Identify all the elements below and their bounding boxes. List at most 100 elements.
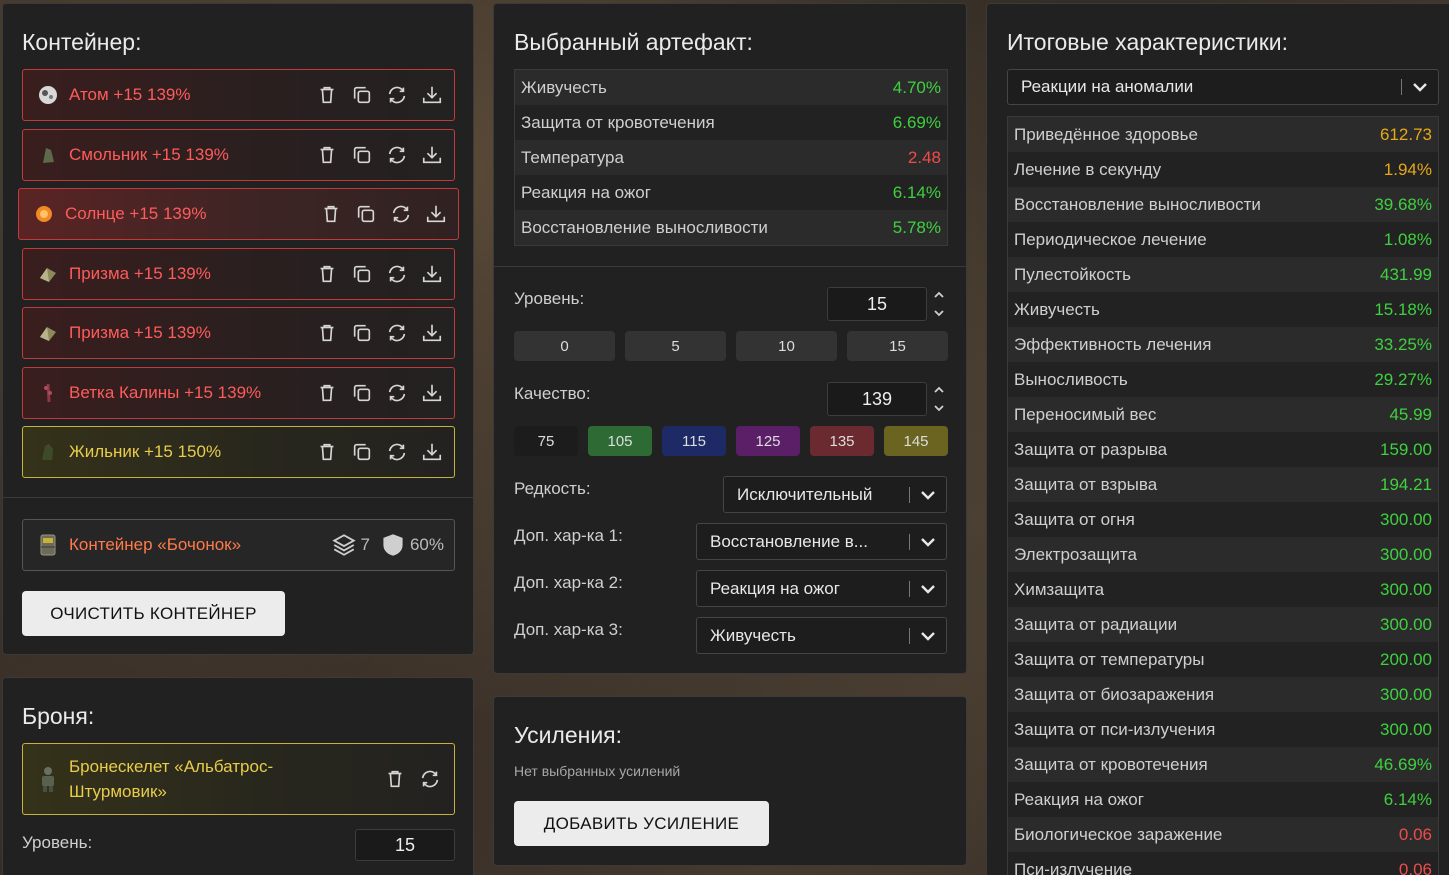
extra3-select[interactable]: Живучесть <box>696 617 947 654</box>
trash-icon[interactable] <box>383 767 407 791</box>
download-icon[interactable] <box>420 381 444 405</box>
atom-artifact-icon <box>36 83 60 107</box>
swap-icon[interactable] <box>385 83 409 107</box>
stat-name: Температура <box>521 147 624 167</box>
stat-value: 45.99 <box>1389 404 1432 424</box>
trash-icon[interactable] <box>315 381 339 405</box>
level-spinner-icon[interactable] <box>932 289 946 319</box>
copy-icon[interactable] <box>350 83 374 107</box>
stat-name: Защита от пси-излучения <box>1014 719 1216 739</box>
extra2-select-value: Реакция на ожог <box>710 578 840 598</box>
copy-icon[interactable] <box>354 202 378 226</box>
extra1-select[interactable]: Восстановление в... <box>696 523 947 560</box>
swap-icon[interactable] <box>385 143 409 167</box>
chevron-down-icon <box>910 536 946 548</box>
stat-row: Защита от кровотечения 6.69% <box>515 105 947 140</box>
stat-value: 33.25% <box>1374 334 1432 354</box>
container-item[interactable]: Призма +15 139% <box>22 307 455 359</box>
download-icon[interactable] <box>420 440 444 464</box>
swap-icon[interactable] <box>385 440 409 464</box>
artifact-title: Выбранный артефакт: <box>514 29 753 55</box>
quality-preset-button[interactable]: 105 <box>588 426 652 456</box>
container-item-label: Жильник +15 150% <box>69 442 222 461</box>
totals-filter-select[interactable]: Реакции на аномалии <box>1007 69 1439 105</box>
level-preset-button[interactable]: 5 <box>625 331 726 361</box>
stat-value: 1.08% <box>1383 229 1432 249</box>
trash-icon[interactable] <box>315 262 339 286</box>
barrel-slots: 7 <box>331 532 370 558</box>
container-item-label: Солнце +15 139% <box>65 204 207 223</box>
extra3-select-value: Живучесть <box>710 625 796 645</box>
copy-icon[interactable] <box>350 262 374 286</box>
copy-icon[interactable] <box>350 321 374 345</box>
download-icon[interactable] <box>420 321 444 345</box>
quality-preset-button[interactable]: 135 <box>810 426 874 456</box>
container-item[interactable]: Атом +15 139% <box>22 69 455 121</box>
stat-value: 200.00 <box>1380 649 1432 669</box>
swap-icon[interactable] <box>385 321 409 345</box>
quality-spinner-icon[interactable] <box>932 384 946 414</box>
stat-row: Пси-излучение 0.06 <box>1008 852 1438 875</box>
armor-panel: Броня: Бронескелет «Альбатрос-Штурмовик»… <box>2 677 474 875</box>
trash-icon[interactable] <box>319 202 343 226</box>
container-item[interactable]: Жильник +15 150% <box>22 426 455 478</box>
level-preset-button[interactable]: 0 <box>514 331 615 361</box>
add-enhancement-button[interactable]: ДОБАВИТЬ УСИЛЕНИЕ <box>514 801 769 846</box>
clear-container-button[interactable]: ОЧИСТИТЬ КОНТЕЙНЕР <box>22 591 285 636</box>
download-icon[interactable] <box>420 83 444 107</box>
stat-value: 300.00 <box>1380 684 1432 704</box>
swap-icon[interactable] <box>418 767 442 791</box>
enhancements-panel: Усиления: Нет выбранных усилений ДОБАВИТ… <box>493 696 967 866</box>
container-item[interactable]: Солнце +15 139% <box>18 188 459 240</box>
download-icon[interactable] <box>420 143 444 167</box>
copy-icon[interactable] <box>350 143 374 167</box>
swap-icon[interactable] <box>389 202 413 226</box>
trash-icon[interactable] <box>315 321 339 345</box>
level-preset-button[interactable]: 10 <box>736 331 837 361</box>
stat-name: Защита от биозаражения <box>1014 684 1215 704</box>
download-icon[interactable] <box>420 262 444 286</box>
container-title: Контейнер: <box>22 29 142 55</box>
stat-value: 39.68% <box>1374 194 1432 214</box>
divider <box>3 497 473 498</box>
stat-name: Химзащита <box>1014 579 1105 599</box>
stat-name: Защита от разрыва <box>1014 439 1168 459</box>
extra2-select[interactable]: Реакция на ожог <box>696 570 947 607</box>
armor-item-label: Бронескелет «Альбатрос-Штурмовик» <box>69 757 274 801</box>
shield-icon <box>383 534 403 556</box>
quality-preset-button[interactable]: 125 <box>736 426 800 456</box>
stat-row: Эффективность лечения 33.25% <box>1008 327 1438 362</box>
armor-item[interactable]: Бронескелет «Альбатрос-Штурмовик» <box>22 743 455 815</box>
armor-level-input[interactable]: 15 <box>355 829 455 861</box>
quality-preset-button[interactable]: 145 <box>884 426 948 456</box>
artifact-level-input[interactable]: 15 <box>827 287 927 321</box>
extra1-select-value: Восстановление в... <box>710 531 868 551</box>
container-item[interactable]: Ветка Калины +15 139% <box>22 366 455 419</box>
artifact-stats-table: Живучесть 4.70% Защита от кровотечения 6.… <box>514 69 948 246</box>
stat-row: Реакция на ожог 6.14% <box>515 175 947 210</box>
stat-value: 159.00 <box>1380 439 1432 459</box>
download-icon[interactable] <box>424 202 448 226</box>
extra3-label: Доп. хар-ка 3: <box>514 620 623 639</box>
level-preset-button[interactable]: 15 <box>847 331 948 361</box>
container-item[interactable]: Призма +15 139% <box>22 247 455 300</box>
copy-icon[interactable] <box>350 381 374 405</box>
stat-row: Защита от радиации 300.00 <box>1008 607 1438 642</box>
artifact-quality-input[interactable]: 139 <box>827 382 927 416</box>
swap-icon[interactable] <box>385 262 409 286</box>
trash-icon[interactable] <box>315 83 339 107</box>
trash-icon[interactable] <box>315 143 339 167</box>
quality-preset-button[interactable]: 115 <box>662 426 726 456</box>
stat-row: Биологическое заражение 0.06 <box>1008 817 1438 852</box>
swap-icon[interactable] <box>385 381 409 405</box>
stat-value: 6.69% <box>892 112 941 132</box>
quality-preset-button[interactable]: 75 <box>514 426 578 456</box>
trash-icon[interactable] <box>315 440 339 464</box>
container-barrel-item[interactable]: Контейнер «Бочонок» 7 60% <box>22 519 455 571</box>
sun-artifact-icon <box>32 202 56 226</box>
stat-name: Выносливость <box>1014 369 1128 389</box>
copy-icon[interactable] <box>350 440 374 464</box>
container-item[interactable]: Смольник +15 139% <box>22 128 455 181</box>
stat-row: Защита от биозаражения 300.00 <box>1008 677 1438 712</box>
rarity-select[interactable]: Исключительный <box>723 476 947 513</box>
